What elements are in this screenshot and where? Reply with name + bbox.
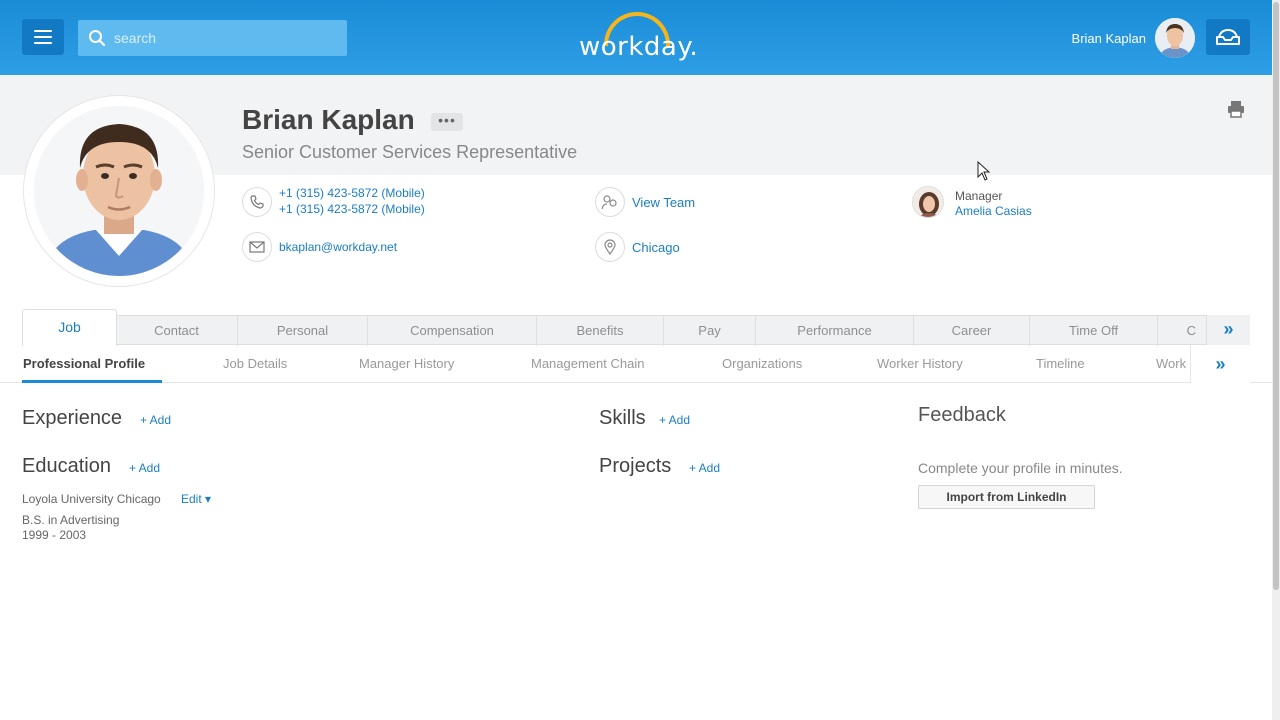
import-linkedin-button[interactable]: Import from LinkedIn <box>918 485 1095 509</box>
tab-compensation[interactable]: Compensation <box>368 316 537 346</box>
tab-strip: Contact Personal Compensation Benefits P… <box>116 315 1250 346</box>
manager-avatar[interactable] <box>912 186 944 218</box>
team-icon <box>595 187 625 217</box>
tab-job[interactable]: Job <box>22 309 117 346</box>
education-title: Education <box>22 455 111 477</box>
feedback-text: Complete your profile in minutes. <box>918 460 1123 476</box>
profile-name: Brian Kaplan <box>242 104 415 135</box>
education-degree: B.S. in Advertising <box>22 513 120 527</box>
subtab-organizations[interactable]: Organizations <box>722 356 802 371</box>
phone-number-link[interactable]: +1 (315) 423-5872 (Mobile) <box>279 186 425 200</box>
subtab-worker-history[interactable]: Worker History <box>877 356 963 371</box>
profile-job-title: Senior Customer Services Representative <box>242 142 578 162</box>
tab-time-off[interactable]: Time Off <box>1030 316 1158 346</box>
search-box[interactable] <box>78 20 347 56</box>
workday-logo[interactable]: workday. <box>575 10 700 62</box>
current-user-avatar[interactable] <box>1155 18 1195 58</box>
add-projects-link[interactable]: + Add <box>689 461 720 475</box>
subtab-overflow-partial[interactable]: Work <box>1156 356 1186 371</box>
location-link[interactable]: Chicago <box>632 240 680 255</box>
current-user-name[interactable]: Brian Kaplan <box>1072 31 1146 46</box>
phone-number-link-2[interactable]: +1 (315) 423-5872 (Mobile) <box>279 202 425 216</box>
subtab-professional-profile[interactable]: Professional Profile <box>23 356 145 371</box>
subtab-timeline[interactable]: Timeline <box>1036 356 1085 371</box>
phone-icon <box>242 187 272 217</box>
skills-title: Skills <box>599 407 646 429</box>
search-input[interactable] <box>114 30 334 46</box>
tab-pay[interactable]: Pay <box>664 316 756 346</box>
logo-text: workday. <box>579 32 699 62</box>
view-team-link[interactable]: View Team <box>632 195 695 210</box>
email-icon <box>242 232 272 262</box>
location-pin-icon <box>595 232 625 262</box>
subtab-management-chain[interactable]: Management Chain <box>531 356 644 371</box>
tab-contact[interactable]: Contact <box>116 316 238 346</box>
add-education-link[interactable]: + Add <box>129 461 160 475</box>
feedback-title: Feedback <box>918 404 1006 426</box>
email-link[interactable]: bkaplan@workday.net <box>279 240 397 254</box>
tab-career[interactable]: Career <box>914 316 1030 346</box>
tabs-more-button[interactable]: » <box>1206 315 1250 345</box>
subtab-manager-history[interactable]: Manager History <box>359 356 454 371</box>
tab-overflow-partial[interactable]: C <box>1158 316 1198 346</box>
related-actions-button[interactable]: ••• <box>431 113 463 131</box>
print-icon[interactable] <box>1227 100 1245 123</box>
search-icon <box>89 30 106 47</box>
tab-personal[interactable]: Personal <box>238 316 368 346</box>
tab-benefits[interactable]: Benefits <box>537 316 664 346</box>
inbox-button[interactable] <box>1206 19 1250 55</box>
profile-photo[interactable] <box>34 106 204 276</box>
experience-title: Experience <box>22 407 123 429</box>
add-experience-link[interactable]: + Add <box>140 413 171 427</box>
education-school: Loyola University Chicago <box>22 492 161 506</box>
top-navigation-bar: workday. Brian Kaplan <box>0 0 1280 75</box>
primary-tabs: Contact Personal Compensation Benefits P… <box>22 309 1250 346</box>
manager-name-link[interactable]: Amelia Casias <box>955 204 1032 218</box>
manager-label: Manager <box>955 189 1003 203</box>
sub-tabs: Professional Profile Job Details Manager… <box>0 345 1272 383</box>
education-years: 1999 - 2003 <box>22 528 87 542</box>
tab-performance[interactable]: Performance <box>756 316 914 346</box>
page-scrollbar-thumb[interactable] <box>1273 2 1279 590</box>
profile-photo-frame <box>24 96 214 286</box>
education-edit-button[interactable]: Edit ▾ <box>181 492 211 506</box>
projects-title: Projects <box>599 455 672 477</box>
hamburger-icon <box>34 30 52 44</box>
add-skills-link[interactable]: + Add <box>659 413 690 427</box>
mouse-cursor-icon <box>977 160 991 186</box>
subtabs-more-button[interactable]: » <box>1190 345 1250 383</box>
inbox-icon <box>1216 28 1240 45</box>
active-subtab-indicator <box>22 380 162 383</box>
subtab-job-details[interactable]: Job Details <box>223 356 287 371</box>
menu-button[interactable] <box>22 19 64 55</box>
